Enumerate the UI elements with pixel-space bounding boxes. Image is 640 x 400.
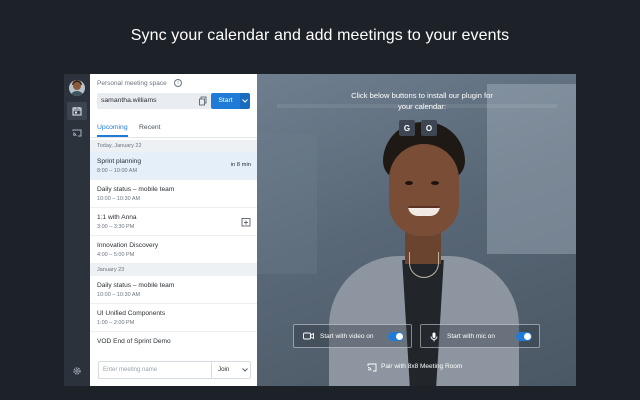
event-time: 8:00 – 10:00 AM [97, 168, 138, 174]
video-toggle-box[interactable]: Start with video on [293, 324, 412, 348]
microphone-icon [430, 332, 438, 342]
list-item[interactable]: VOD End of Sprint Demo [90, 332, 257, 358]
install-plugin-text: Click below buttons to install our plugi… [351, 91, 493, 111]
calendar-plugin-buttons: G O [399, 120, 439, 136]
meeting-space-label: Personal meeting space [97, 80, 167, 87]
join-button[interactable]: Join [218, 366, 229, 373]
start-button[interactable]: Start [211, 93, 240, 109]
camera-preview: Click below buttons to install our plugi… [257, 74, 576, 386]
list-item[interactable]: Daily status – mobile team 10:00 – 10:30… [90, 180, 257, 208]
video-camera-icon [303, 332, 314, 340]
google-icon: G [403, 123, 411, 133]
user-avatar[interactable] [69, 80, 85, 96]
mic-toggle-label: Start with mic on [447, 333, 496, 340]
office-calendar-button[interactable]: O [421, 120, 437, 136]
video-toggle-switch[interactable] [388, 332, 404, 341]
event-title: Daily status – mobile team [97, 186, 175, 193]
join-meeting-row: Enter meeting name Join [98, 361, 251, 379]
event-title: Daily status – mobile team [97, 282, 175, 289]
cast-icon [72, 129, 82, 137]
event-title: VOD End of Sprint Demo [97, 338, 171, 345]
chevron-down-icon [242, 99, 248, 103]
event-countdown: in 8 min [230, 162, 251, 168]
room-name-field[interactable]: samantha.williams [97, 93, 211, 109]
room-name-value: samantha.williams [101, 97, 157, 104]
mic-toggle-box[interactable]: Start with mic on [420, 324, 540, 348]
event-title: 1:1 with Anna [97, 214, 137, 221]
sidebar-rail [64, 74, 90, 386]
event-time: 3:00 – 3:30 PM [97, 224, 135, 230]
list-item[interactable]: UI Unified Components 1:00 – 2:00 PM [90, 304, 257, 332]
event-title: UI Unified Components [97, 310, 166, 317]
google-calendar-button[interactable]: G [399, 120, 415, 136]
day-header: Today, January 22 [90, 140, 257, 152]
event-time: 4:00 – 5:00 PM [97, 252, 135, 258]
sidebar-item-cast[interactable] [67, 124, 87, 142]
start-options-button[interactable] [240, 93, 250, 109]
info-icon[interactable]: i [174, 79, 182, 87]
gear-icon [73, 367, 81, 375]
list-item[interactable]: 1:1 with Anna 3:00 – 3:30 PM [90, 208, 257, 236]
tab-upcoming[interactable]: Upcoming [97, 124, 128, 131]
list-item[interactable]: Daily status – mobile team 10:00 – 10:30… [90, 276, 257, 304]
event-title: Sprint planning [97, 158, 141, 165]
office-icon: O [425, 123, 433, 133]
pair-room-label: Pair with 8x8 Meeting Room [381, 363, 463, 370]
event-time: 10:00 – 10:30 AM [97, 292, 141, 298]
event-title: Innovation Discovery [97, 242, 159, 249]
copy-icon[interactable] [198, 96, 208, 106]
mic-toggle-switch[interactable] [516, 332, 532, 341]
list-item[interactable]: Innovation Discovery 4:00 – 5:00 PM [90, 236, 257, 264]
event-time: 10:00 – 10:30 AM [97, 196, 141, 202]
meetings-panel: Personal meeting space i samantha.willia… [90, 74, 257, 386]
chevron-down-icon[interactable] [242, 368, 248, 372]
sidebar-item-calendar[interactable] [67, 102, 87, 120]
tab-recent[interactable]: Recent [139, 124, 161, 131]
video-toggle-label: Start with video on [320, 333, 374, 340]
cast-icon [367, 363, 377, 372]
event-time: 1:00 – 2:00 PM [97, 320, 135, 326]
headline: Sync your calendar and add meetings to y… [130, 27, 510, 44]
calendar-icon [72, 107, 82, 116]
list-item[interactable]: Sprint planning 8:00 – 10:00 AM in 8 min [90, 152, 257, 180]
day-header: January 23 [90, 264, 257, 276]
settings-button[interactable] [67, 362, 87, 380]
add-to-calendar-icon[interactable] [241, 217, 251, 227]
app-window: Personal meeting space i samantha.willia… [64, 74, 576, 386]
meeting-list: Today, January 22 Sprint planning 8:00 –… [90, 140, 257, 358]
meeting-name-input[interactable]: Enter meeting name [103, 367, 157, 373]
